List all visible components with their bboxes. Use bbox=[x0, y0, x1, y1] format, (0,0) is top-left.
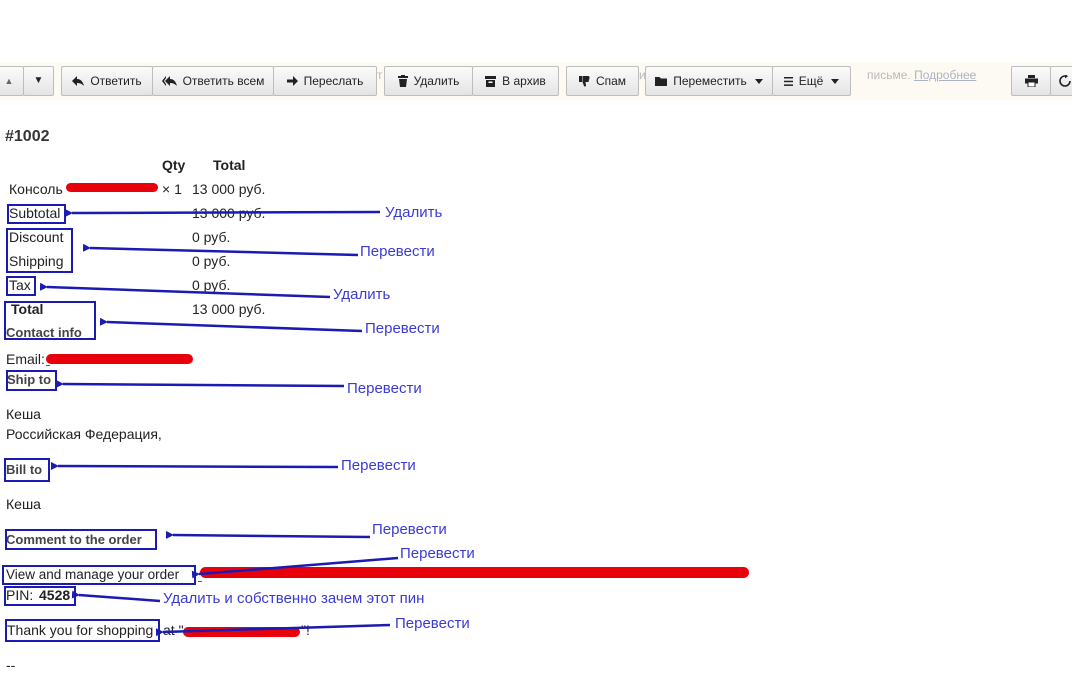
annotation-note-thanks: Перевести bbox=[395, 615, 470, 632]
annotation-arrow bbox=[155, 623, 391, 637]
annotation-note-total-contact: Перевести bbox=[365, 320, 440, 337]
annotation-note-ship-to: Перевести bbox=[347, 380, 422, 397]
annotation-arrow bbox=[191, 556, 399, 579]
annotation-arrow bbox=[71, 590, 161, 603]
annotation-arrow bbox=[64, 209, 381, 218]
annotation-note-bill-to: Перевести bbox=[341, 457, 416, 474]
annotation-note-comment: Перевести bbox=[372, 521, 447, 538]
annotation-note-pin: Удалить и собственно зачем этот пин bbox=[163, 590, 425, 607]
annotation-arrows bbox=[39, 209, 399, 637]
annotation-arrow bbox=[99, 317, 363, 333]
annotation-arrow bbox=[82, 243, 359, 257]
annotation-note-discount: Перевести bbox=[360, 243, 435, 260]
annotation-arrow bbox=[55, 379, 345, 388]
annotation-note-tax: Удалить bbox=[333, 286, 391, 303]
annotation-arrow bbox=[50, 461, 339, 470]
annotation-arrow bbox=[165, 530, 371, 539]
annotation-note-subtotal: Удалить bbox=[385, 204, 443, 221]
annotation-arrow bbox=[39, 282, 331, 299]
annotation-note-manage: Перевести bbox=[400, 545, 475, 562]
